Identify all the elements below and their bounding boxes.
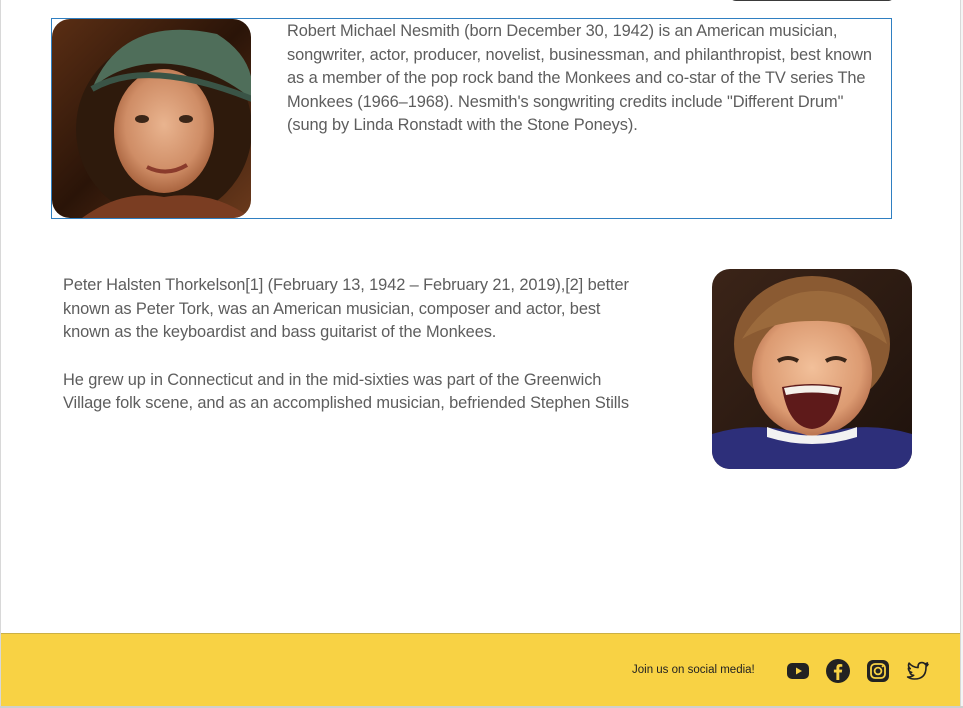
facebook-icon[interactable] xyxy=(825,658,851,684)
tork-bio-paragraph-1: Peter Halsten Thorkelson[1] (February 13… xyxy=(63,276,629,341)
tork-bio-text: Peter Halsten Thorkelson[1] (February 13… xyxy=(63,274,633,416)
social-media-text: Join us on social media! xyxy=(632,664,755,676)
top-button-edge[interactable] xyxy=(729,0,895,1)
bio-nesmith-box[interactable]: Robert Michael Nesmith (born December 30… xyxy=(51,18,892,219)
youtube-icon[interactable] xyxy=(785,658,811,684)
nesmith-bio-text: Robert Michael Nesmith (born December 30… xyxy=(287,22,872,134)
tork-bio-paragraph-2: He grew up in Connecticut and in the mid… xyxy=(63,370,629,413)
nesmith-photo xyxy=(52,19,251,218)
instagram-icon[interactable] xyxy=(865,658,891,684)
tork-photo xyxy=(712,269,912,469)
twitter-icon[interactable] xyxy=(905,658,931,684)
footer: Join us on social media! xyxy=(1,633,960,707)
page: Robert Michael Nesmith (born December 30… xyxy=(0,0,961,708)
